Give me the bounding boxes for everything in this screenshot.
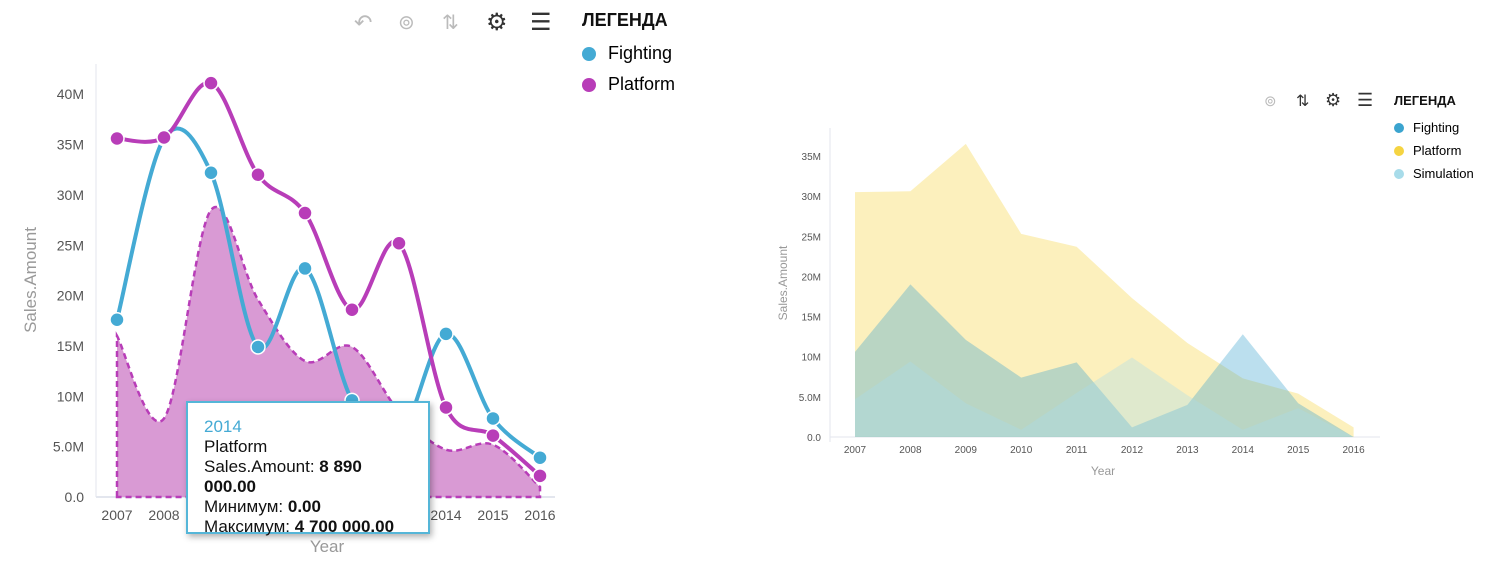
- y-tick-label: 20M: [802, 272, 821, 283]
- data-point: [438, 326, 454, 342]
- y-tick-label: 15M: [57, 338, 84, 354]
- tooltip-title: 2014: [204, 417, 242, 436]
- data-point: [203, 164, 219, 181]
- data-point: [297, 260, 313, 277]
- y-tick-label: 20M: [57, 288, 84, 304]
- x-axis-title: Year: [310, 537, 345, 556]
- data-point: [156, 129, 172, 146]
- x-tick-label: 2008: [148, 507, 179, 523]
- data-point: [485, 410, 501, 427]
- data-point: [532, 468, 548, 484]
- gear-icon[interactable]: ⚙: [486, 8, 508, 37]
- y-tick-label: 10M: [802, 353, 821, 364]
- x-axis-title: Year: [1091, 464, 1115, 478]
- data-point: [485, 427, 501, 444]
- tooltip-row: Минимум: 0.00: [204, 497, 321, 516]
- x-tick-label: 2011: [1066, 445, 1088, 456]
- legend-title: ЛЕГЕНДА: [1394, 93, 1456, 108]
- data-point: [391, 235, 407, 251]
- x-tick-label: 2014: [1232, 445, 1255, 456]
- data-point: [109, 130, 125, 147]
- legend-title: ЛЕГЕНДА: [582, 10, 668, 30]
- legend-item-fighting[interactable]: Fighting: [1394, 120, 1474, 135]
- y-tick-label: 0.0: [807, 433, 821, 444]
- y-tick-label: 5.0M: [53, 439, 84, 455]
- x-tick-label: 2012: [1121, 445, 1144, 456]
- x-tick-label: 2010: [1010, 445, 1033, 456]
- y-tick-label: 40M: [57, 86, 84, 102]
- y-tick-label: 35M: [802, 152, 821, 163]
- y-tick-label: 35M: [57, 137, 84, 153]
- legend-list-icon[interactable]: ☰: [530, 8, 552, 37]
- legend-item-simulation[interactable]: Simulation: [1394, 166, 1474, 181]
- data-point: [203, 75, 219, 91]
- swap-axes-icon[interactable]: ⇅: [442, 10, 459, 35]
- legend-item-platform[interactable]: Platform: [582, 74, 675, 95]
- y-tick-label: 0.0: [65, 489, 85, 505]
- tooltip-row: Максимум: 4 700 000.00: [204, 517, 395, 536]
- y-axis-title: Sales.Amount: [21, 227, 40, 333]
- tooltip: 2014 Platform Sales.Amount: 8 890 000.00…: [186, 401, 430, 536]
- y-axis-title: Sales.Amount: [776, 245, 790, 320]
- x-tick-label: 2015: [477, 507, 508, 523]
- y-tick-label: 15M: [802, 313, 821, 324]
- x-tick-label: 2008: [899, 445, 922, 456]
- zoom-icon[interactable]: ⊚: [398, 10, 415, 35]
- gear-icon[interactable]: ⚙: [1325, 90, 1341, 111]
- legend-item-platform[interactable]: Platform: [1394, 143, 1474, 158]
- x-tick-label: 2016: [1342, 445, 1365, 456]
- x-tick-label: 2016: [524, 507, 555, 523]
- x-tick-label: 2007: [101, 507, 132, 523]
- tooltip-row: Sales.Amount: 8 890 000.00: [204, 457, 362, 496]
- data-point: [344, 301, 360, 318]
- x-tick-label: 2007: [844, 445, 867, 456]
- x-tick-label: 2015: [1287, 445, 1310, 456]
- y-tick-label: 30M: [57, 187, 84, 203]
- legend-right: ЛЕГЕНДА Fighting Platform Simulation: [1394, 93, 1474, 181]
- tooltip-series: Platform: [204, 437, 268, 456]
- zoom-icon[interactable]: ⊚: [1264, 92, 1277, 110]
- legend-left: ЛЕГЕНДА Fighting Platform: [582, 10, 675, 95]
- data-point: [250, 339, 266, 355]
- y-tick-label: 30M: [802, 192, 821, 203]
- swap-axes-icon[interactable]: ⇅: [1296, 91, 1309, 111]
- data-point: [297, 205, 313, 221]
- undo-icon[interactable]: ↶: [354, 10, 372, 36]
- data-point: [532, 449, 548, 466]
- x-tick-label: 2013: [1176, 445, 1199, 456]
- y-tick-label: 5.0M: [799, 393, 821, 404]
- data-point: [109, 312, 125, 328]
- legend-item-fighting[interactable]: Fighting: [582, 43, 675, 64]
- legend-list-icon[interactable]: ☰: [1357, 90, 1373, 111]
- y-tick-label: 25M: [802, 232, 821, 243]
- data-point: [438, 399, 454, 416]
- y-tick-label: 10M: [57, 388, 84, 404]
- y-tick-label: 25M: [57, 237, 84, 253]
- x-tick-label: 2014: [430, 507, 461, 523]
- data-point: [250, 167, 266, 183]
- x-tick-label: 2009: [955, 445, 978, 456]
